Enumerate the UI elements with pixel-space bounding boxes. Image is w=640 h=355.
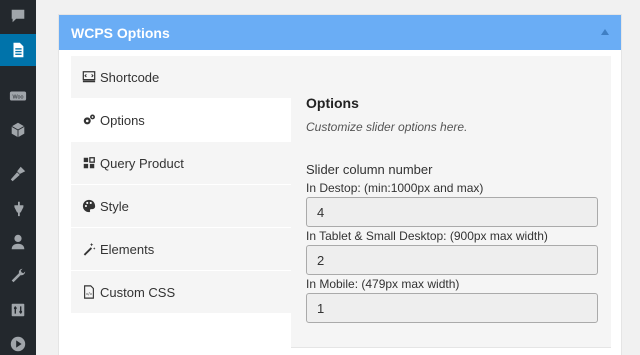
slider-column-label: Slider column number bbox=[306, 162, 433, 177]
panel-title: Options bbox=[306, 95, 359, 111]
tabs-blank-area bbox=[71, 314, 291, 355]
tab-options[interactable]: Options bbox=[71, 99, 291, 142]
wand-icon bbox=[81, 242, 96, 257]
grid-icon bbox=[81, 156, 96, 171]
tab-label: Custom CSS bbox=[100, 284, 176, 300]
woocommerce-icon[interactable]: Woo bbox=[0, 80, 36, 112]
products-icon[interactable] bbox=[0, 114, 36, 146]
wcps-options-metabox: WCPS Options Shortcode Options Query Pro… bbox=[58, 14, 622, 355]
mobile-label: In Mobile: (479px max width) bbox=[306, 277, 460, 291]
users-icon[interactable] bbox=[0, 226, 36, 258]
tab-style[interactable]: Style bbox=[71, 185, 291, 228]
desktop-label: In Destop: (min:1000px and max) bbox=[306, 181, 484, 195]
desktop-column-input[interactable] bbox=[306, 197, 598, 227]
options-panel: Options Customize slider options here. S… bbox=[291, 56, 611, 348]
plugins-icon[interactable] bbox=[0, 192, 36, 224]
active-menu-arrow bbox=[36, 44, 42, 56]
shortcode-icon bbox=[81, 70, 96, 85]
svg-text:Woo: Woo bbox=[13, 94, 24, 100]
metabox-title: WCPS Options bbox=[71, 24, 170, 41]
admin-sidebar: Woo bbox=[0, 0, 42, 355]
appearance-icon[interactable] bbox=[0, 158, 36, 190]
collapse-toggle-icon[interactable] bbox=[601, 29, 609, 35]
tab-label: Shortcode bbox=[100, 69, 160, 85]
tab-label: Query Product bbox=[100, 155, 184, 171]
svg-text:</>: </> bbox=[85, 292, 92, 297]
tools-icon[interactable] bbox=[0, 260, 36, 292]
tablet-column-input[interactable] bbox=[306, 245, 598, 275]
tab-custom-css[interactable]: </> Custom CSS bbox=[71, 271, 291, 314]
css-file-icon: </> bbox=[81, 285, 96, 300]
tab-query-product[interactable]: Query Product bbox=[71, 142, 291, 185]
mobile-column-input[interactable] bbox=[306, 293, 598, 323]
tab-label: Options bbox=[100, 112, 145, 128]
settings-icon[interactable] bbox=[0, 294, 36, 326]
media-play-icon[interactable] bbox=[0, 328, 36, 355]
options-tabs: Shortcode Options Query Product Style El… bbox=[71, 56, 291, 355]
gears-icon bbox=[81, 113, 96, 128]
tab-label: Style bbox=[100, 198, 129, 214]
palette-icon bbox=[81, 199, 96, 214]
comments-icon[interactable] bbox=[0, 0, 36, 32]
tablet-label: In Tablet & Small Desktop: (900px max wi… bbox=[306, 229, 548, 243]
metabox-header[interactable]: WCPS Options bbox=[59, 15, 621, 50]
panel-description: Customize slider options here. bbox=[306, 120, 468, 134]
tab-elements[interactable]: Elements bbox=[71, 228, 291, 271]
tab-shortcode[interactable]: Shortcode bbox=[71, 56, 291, 99]
tab-label: Elements bbox=[100, 241, 155, 257]
pages-icon[interactable] bbox=[0, 34, 42, 66]
